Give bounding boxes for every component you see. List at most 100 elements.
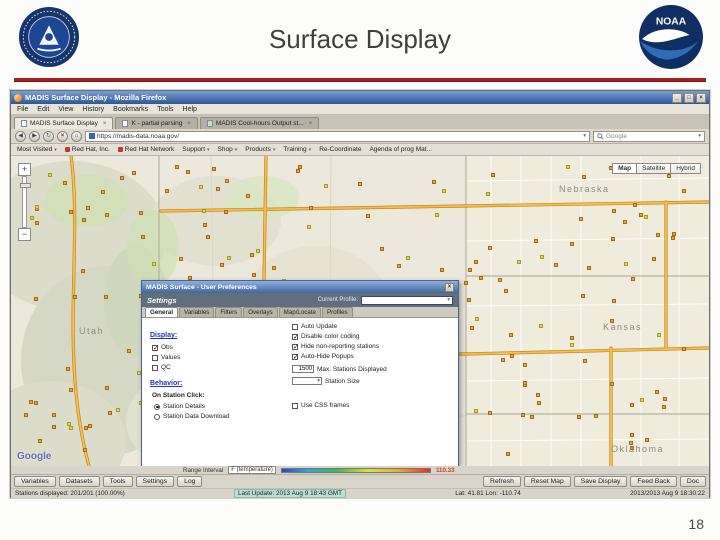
station-marker[interactable] xyxy=(682,189,687,194)
station-marker[interactable] xyxy=(440,268,445,273)
tab-close-icon[interactable]: × xyxy=(309,121,313,127)
station-marker[interactable] xyxy=(34,220,39,225)
station-marker[interactable] xyxy=(69,387,74,392)
zoom-out-button[interactable]: − xyxy=(18,228,31,241)
bookmark-recoordinate[interactable]: Re-Coordinate xyxy=(319,146,361,153)
station-marker[interactable] xyxy=(539,323,543,328)
station-marker[interactable] xyxy=(82,447,87,452)
checkbox[interactable] xyxy=(292,333,299,341)
station-marker[interactable] xyxy=(51,413,56,417)
station-marker[interactable] xyxy=(577,414,582,419)
map-type-map-button[interactable]: Map xyxy=(612,163,638,174)
station-marker[interactable] xyxy=(88,424,93,429)
stop-icon[interactable]: × xyxy=(57,130,68,142)
station-marker[interactable] xyxy=(486,192,491,197)
station-marker[interactable] xyxy=(594,413,599,418)
station-marker[interactable] xyxy=(84,425,89,430)
menu-edit[interactable]: Edit xyxy=(37,106,49,113)
station-marker[interactable] xyxy=(245,193,250,198)
station-marker[interactable] xyxy=(661,404,666,409)
station-marker[interactable] xyxy=(475,316,480,321)
station-marker[interactable] xyxy=(645,438,650,443)
station-marker[interactable] xyxy=(671,236,676,241)
checkbox[interactable] xyxy=(292,353,299,361)
reset-map-button[interactable]: Reset Map xyxy=(523,476,571,487)
station-marker[interactable] xyxy=(101,190,106,195)
station-marker[interactable] xyxy=(569,242,574,247)
checkbox[interactable] xyxy=(292,343,299,351)
station-marker[interactable] xyxy=(639,212,644,217)
station-marker[interactable] xyxy=(141,235,146,240)
map-viewport[interactable]: Utah Nebraska Kansas Oklahoma + − Map Sa… xyxy=(11,156,709,466)
option-auto-hide-popups[interactable]: Auto-Hide Popups xyxy=(292,353,354,361)
option-values[interactable]: Values xyxy=(152,354,180,361)
station-marker[interactable] xyxy=(227,256,232,261)
menu-file[interactable]: File xyxy=(17,106,28,113)
station-marker[interactable] xyxy=(630,432,635,437)
station-marker[interactable] xyxy=(431,179,436,184)
bookmark-most-visited[interactable]: Most Visited ▾ xyxy=(17,146,57,153)
dialog-tab-variables[interactable]: Variables xyxy=(179,307,215,317)
dialog-tab-filters[interactable]: Filters xyxy=(215,307,243,317)
station-marker[interactable] xyxy=(34,296,39,301)
tab-partial-parsing[interactable]: K - partial parsing × xyxy=(115,117,198,129)
station-marker[interactable] xyxy=(611,298,616,303)
bookmark-redhat-inc[interactable]: Red Hat, Inc. xyxy=(64,146,110,153)
station-marker[interactable] xyxy=(517,259,522,264)
station-marker[interactable] xyxy=(35,205,40,210)
home-icon[interactable]: ⌂ xyxy=(71,130,82,142)
checkbox[interactable] xyxy=(152,354,158,361)
station-marker[interactable] xyxy=(656,332,661,337)
station-marker[interactable] xyxy=(131,171,136,176)
station-marker[interactable] xyxy=(63,181,68,186)
maximize-button[interactable]: □ xyxy=(684,92,694,103)
station-marker[interactable] xyxy=(509,354,514,359)
station-marker[interactable] xyxy=(48,172,53,177)
station-marker[interactable] xyxy=(570,335,575,340)
station-marker[interactable] xyxy=(651,257,656,262)
station-marker[interactable] xyxy=(611,208,616,213)
feed-back-button[interactable]: Feed Back xyxy=(630,476,677,487)
tab-madis-cool-hours[interactable]: MADIS Cool-hours Output st... × xyxy=(199,117,320,129)
option-hide-non-reporting[interactable]: Hide non-reporting stations xyxy=(292,343,379,351)
station-marker[interactable] xyxy=(358,181,363,186)
tab-madis-surface-display[interactable]: MADIS Surface Display × xyxy=(14,117,114,129)
dialog-tab-overlays[interactable]: Overlays xyxy=(243,307,278,317)
station-size-select[interactable]: ▾ xyxy=(292,377,322,385)
menu-bookmarks[interactable]: Bookmarks xyxy=(113,106,148,113)
station-marker[interactable] xyxy=(643,214,648,219)
station-marker[interactable] xyxy=(630,276,635,281)
station-marker[interactable] xyxy=(581,175,586,180)
zoom-slider[interactable] xyxy=(20,176,31,228)
checkbox[interactable] xyxy=(292,402,298,409)
station-marker[interactable] xyxy=(467,267,472,272)
station-marker[interactable] xyxy=(654,390,659,395)
station-marker[interactable] xyxy=(397,264,402,269)
option-disable-color-coding[interactable]: Disable color coding xyxy=(292,333,360,341)
checkbox[interactable] xyxy=(152,364,158,371)
station-marker[interactable] xyxy=(249,252,254,257)
station-marker[interactable] xyxy=(296,168,301,173)
bookmark-agenda[interactable]: Agenda of prog Mat... xyxy=(369,146,432,153)
station-marker[interactable] xyxy=(151,261,156,266)
station-marker[interactable] xyxy=(104,385,109,390)
station-marker[interactable] xyxy=(629,403,634,408)
chevron-down-icon[interactable]: ▾ xyxy=(583,133,586,139)
close-button[interactable]: × xyxy=(696,92,706,103)
station-marker[interactable] xyxy=(201,209,206,214)
station-marker[interactable] xyxy=(473,260,478,265)
station-marker[interactable] xyxy=(165,189,170,194)
menu-tools[interactable]: Tools xyxy=(157,106,173,113)
station-marker[interactable] xyxy=(536,400,541,405)
browser-titlebar[interactable]: MADIS Surface Display - Mozilla Firefox … xyxy=(11,91,709,104)
zoom-in-button[interactable]: + xyxy=(18,163,31,176)
station-marker[interactable] xyxy=(406,255,411,260)
option-auto-update[interactable]: Auto Update xyxy=(292,323,337,330)
station-marker[interactable] xyxy=(582,358,587,363)
station-marker[interactable] xyxy=(103,295,108,300)
radio-button[interactable] xyxy=(154,413,160,420)
station-marker[interactable] xyxy=(179,257,184,262)
station-marker[interactable] xyxy=(566,164,571,169)
station-marker[interactable] xyxy=(609,382,614,387)
tools-button[interactable]: Tools xyxy=(102,476,133,487)
